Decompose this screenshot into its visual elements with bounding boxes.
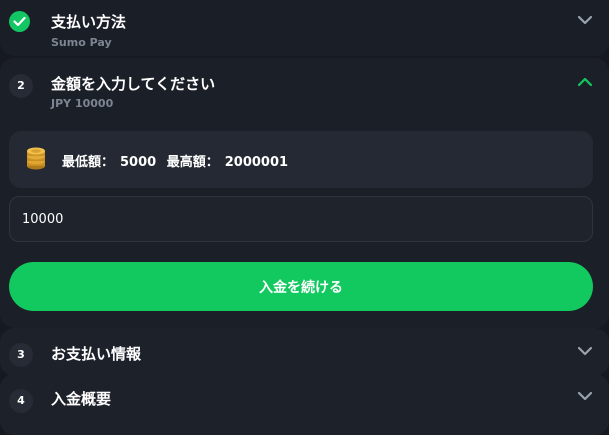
chevron-up-icon[interactable] — [577, 76, 593, 88]
step-title: 金額を入力してください — [51, 75, 216, 93]
step-payment-method[interactable]: 支払い方法 Sumo Pay — [0, 0, 609, 56]
max-label: 最高額： — [166, 155, 219, 170]
step-deposit-summary[interactable]: 4 入金概要 — [0, 374, 609, 435]
step-subtitle: JPY 10000 — [51, 97, 114, 110]
step-number: 3 — [9, 343, 33, 367]
limits-text: 最低額： 5000 最高額： 2000001 — [62, 151, 294, 170]
deposit-limits: 最低額： 5000 最高額： 2000001 — [9, 131, 593, 188]
step-title: 支払い方法 — [51, 13, 127, 31]
step-number: 2 — [9, 74, 33, 98]
min-value: 5000 — [120, 155, 157, 170]
chevron-down-icon[interactable] — [577, 345, 593, 357]
max-value: 2000001 — [224, 155, 289, 170]
amount-input[interactable] — [9, 196, 593, 242]
chevron-down-icon[interactable] — [577, 14, 593, 26]
coin-stack-icon — [27, 147, 45, 170]
chevron-down-icon[interactable] — [577, 390, 593, 402]
min-label: 最低額： — [62, 155, 115, 170]
step-number: 4 — [9, 389, 33, 413]
step-title: 入金概要 — [51, 390, 112, 408]
step-payment-info[interactable]: 3 お支払い情報 — [0, 328, 609, 376]
step-title: お支払い情報 — [51, 345, 142, 363]
continue-deposit-button[interactable]: 入金を続ける — [9, 262, 593, 311]
step-subtitle: Sumo Pay — [51, 36, 112, 49]
check-icon — [9, 11, 30, 32]
